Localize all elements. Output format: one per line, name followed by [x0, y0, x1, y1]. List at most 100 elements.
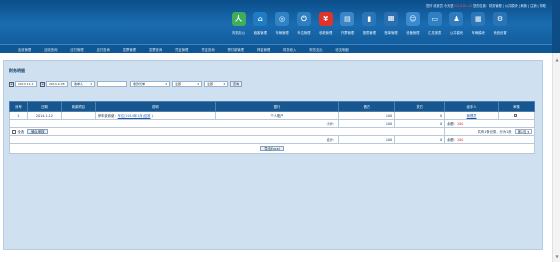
scroll-down-icon[interactable]: ▼	[553, 252, 560, 260]
toolbar-item-label: 租客管理	[253, 31, 267, 35]
toolbar-item-label: 报表管理	[362, 31, 376, 35]
toolbar-item[interactable]: ⌂ 租客管理	[250, 12, 271, 35]
search-button[interactable]: 查询	[230, 81, 243, 87]
nav-item[interactable]: 预付款管理	[228, 47, 244, 52]
nav-item[interactable]: 凭证管理	[175, 47, 188, 52]
column-header: 审核	[498, 101, 535, 112]
name-input[interactable]	[97, 81, 127, 87]
nav-item[interactable]: 发票查询	[149, 47, 162, 52]
group-icon: ♟	[449, 12, 464, 26]
nav-item[interactable]: 应收查询	[44, 47, 57, 52]
table-row: 1 2014-1-12 停车费收缴：车位(2014年1月)应收 ) 个人账户 1…	[9, 111, 535, 120]
cell-debit: 100	[338, 111, 396, 120]
audit-checkbox[interactable]	[513, 113, 518, 118]
toolbar-item[interactable]: Ⅲ 账单管理	[381, 12, 402, 35]
toolbar-item-label: 开票管理	[340, 31, 355, 35]
actions-cell: 全选 确认审核	[8, 127, 446, 136]
toolbar-item[interactable]: ▦ 车辆模块	[468, 12, 489, 35]
category-select[interactable]: 收款凭单 ▾	[130, 81, 170, 87]
scope-select[interactable]: 全部 ▾	[204, 81, 228, 87]
top-scroll-track	[552, 0, 560, 53]
subtotal-row: 小计： 100 0 余额：100	[8, 119, 535, 128]
power-icon: ⏻	[296, 12, 311, 26]
column-header: 序号	[9, 101, 28, 112]
toolbar-item[interactable]: ☺ 设备管理	[402, 12, 423, 35]
date-from-input[interactable]: 2013-11-1	[15, 81, 37, 87]
toolbar-item[interactable]: ⚙ 系统设置	[490, 12, 511, 35]
column-header: 贷方	[394, 101, 446, 112]
desc-link[interactable]: 车位(2014年1月)应收	[118, 114, 151, 118]
cell-project	[60, 111, 96, 120]
house-icon: ⌂	[253, 12, 268, 26]
nav-item[interactable]: 押金管理	[257, 47, 270, 52]
select-all-checkbox[interactable]	[12, 130, 16, 134]
nav-item[interactable]: 财务支出	[309, 47, 322, 52]
grid-icon: ▦	[471, 12, 486, 26]
subtotal-credit: 0	[394, 119, 446, 128]
people-icon: 人	[231, 12, 246, 26]
person-card-icon: ☺	[405, 12, 420, 26]
toolbar-item-label: 汇总报表	[428, 31, 442, 35]
confirm-audit-button[interactable]: 确认审核	[27, 129, 49, 134]
table-header: 序号 日期 收款项目 说明 银行 借方 贷方 经手人 审核	[9, 101, 535, 112]
nav-item[interactable]: 财务收入	[283, 47, 296, 52]
column-header: 说明	[94, 101, 216, 112]
current-date: 2013-01-10	[453, 4, 473, 8]
nav-item[interactable]: 应收管理	[18, 47, 31, 52]
toolbar-item[interactable]: ¥ 收款管理	[315, 12, 336, 35]
total-label: 合计：	[8, 135, 340, 144]
car-icon: ◎	[275, 12, 290, 26]
pagination-cell: 共有1条记录，分为1页 第1页 ▾	[444, 127, 535, 136]
nav-item[interactable]: 收支明细	[336, 47, 349, 52]
toolbar-item[interactable]: ▮ 报表管理	[359, 12, 380, 35]
top-banner: 您好 收费员 今天是2013-01-10 您的位置：财务管理 | 公共模块 | …	[0, 0, 552, 44]
date-to-input[interactable]: 2013-2-28	[46, 81, 68, 87]
calendar-icon[interactable]: ▦	[9, 81, 14, 87]
toolbar-item[interactable]: ▤ 开票管理	[337, 12, 358, 35]
module-nav: 应收管理 应收查询 应付管理 应付查询 发票管理 发票查询 凭证管理 凭证查询 预付款管理 押金管…	[0, 44, 552, 53]
column-header: 借方	[338, 101, 396, 112]
chevron-down-icon: ▾	[197, 82, 199, 86]
toolbar-item[interactable]: 人内勤办公	[228, 12, 249, 35]
nav-item[interactable]: 凭证查询	[201, 47, 214, 52]
column-header: 收款项目	[60, 101, 96, 112]
chevron-down-icon: ▾	[223, 82, 225, 86]
toolbar-item-label: 公共模块	[449, 31, 464, 35]
cell-handler: 管理员	[444, 111, 499, 120]
document-icon: ▤	[340, 12, 355, 26]
nav-item[interactable]: 发票管理	[123, 47, 136, 52]
nav-item[interactable]: 应付管理	[70, 47, 83, 52]
toolbar-item[interactable]: ▭ 汇总报表	[424, 12, 445, 35]
toolbar-item[interactable]: ♟ 公共模块	[446, 12, 467, 35]
meter-icon: Ⅲ	[384, 12, 399, 26]
type-select[interactable]: 收单人 ▾	[71, 81, 95, 87]
total-debit: 100	[338, 135, 396, 144]
chevron-down-icon: ▾	[527, 129, 529, 134]
scroll-up-icon[interactable]: ▲	[553, 55, 560, 63]
page-select[interactable]: 第1页 ▾	[514, 128, 532, 135]
module-toolbar: 人内勤办公 ⌂ 租客管理 ◎ 车辆管理 ⏻ 车位管理 ¥ 收款管理 ▤ 开票管理 ▮ 报表管理 Ⅲ 账单管理…	[228, 12, 511, 35]
money-icon: ¥	[318, 12, 333, 26]
toolbar-item-label: 内勤办公	[231, 31, 246, 35]
status-select[interactable]: 全部 ▾	[172, 81, 202, 87]
subtotal-balance: 余额：100	[444, 119, 535, 128]
page-title: 财务明细	[9, 68, 25, 73]
cell-bank: 个人账户	[214, 111, 340, 120]
filter-bar: ▦ 2013-11-1 ▦ 2013-2-28 收单人 ▾ 收款凭单 ▾ 全部 ▾ 全…	[9, 81, 243, 87]
column-header: 经手人	[444, 101, 499, 112]
toolbar-item[interactable]: ⏻ 车位管理	[293, 12, 314, 35]
vertical-scrollbar[interactable]: ▲ ▼	[552, 53, 560, 262]
toolbar-item-label: 收款管理	[319, 31, 333, 35]
toolbar-item[interactable]: ◎ 车辆管理	[272, 12, 293, 35]
top-links[interactable]: 您好 收费员 今天是2013-01-10 您的位置：财务管理 | 公共模块 | …	[426, 3, 546, 8]
handler-link[interactable]: 管理员	[467, 114, 477, 118]
export-cell: 导出Excel	[9, 143, 535, 154]
page-panel	[3, 60, 543, 250]
toolbar-item-label: 设备管理	[406, 31, 420, 35]
nav-item[interactable]: 应付查询	[97, 47, 110, 52]
column-header: 银行	[214, 101, 340, 112]
subtotal-debit: 100	[338, 119, 396, 128]
book-icon: ▮	[362, 12, 377, 26]
export-excel-button[interactable]: 导出Excel	[260, 146, 284, 151]
calendar-icon[interactable]: ▦	[40, 81, 45, 87]
